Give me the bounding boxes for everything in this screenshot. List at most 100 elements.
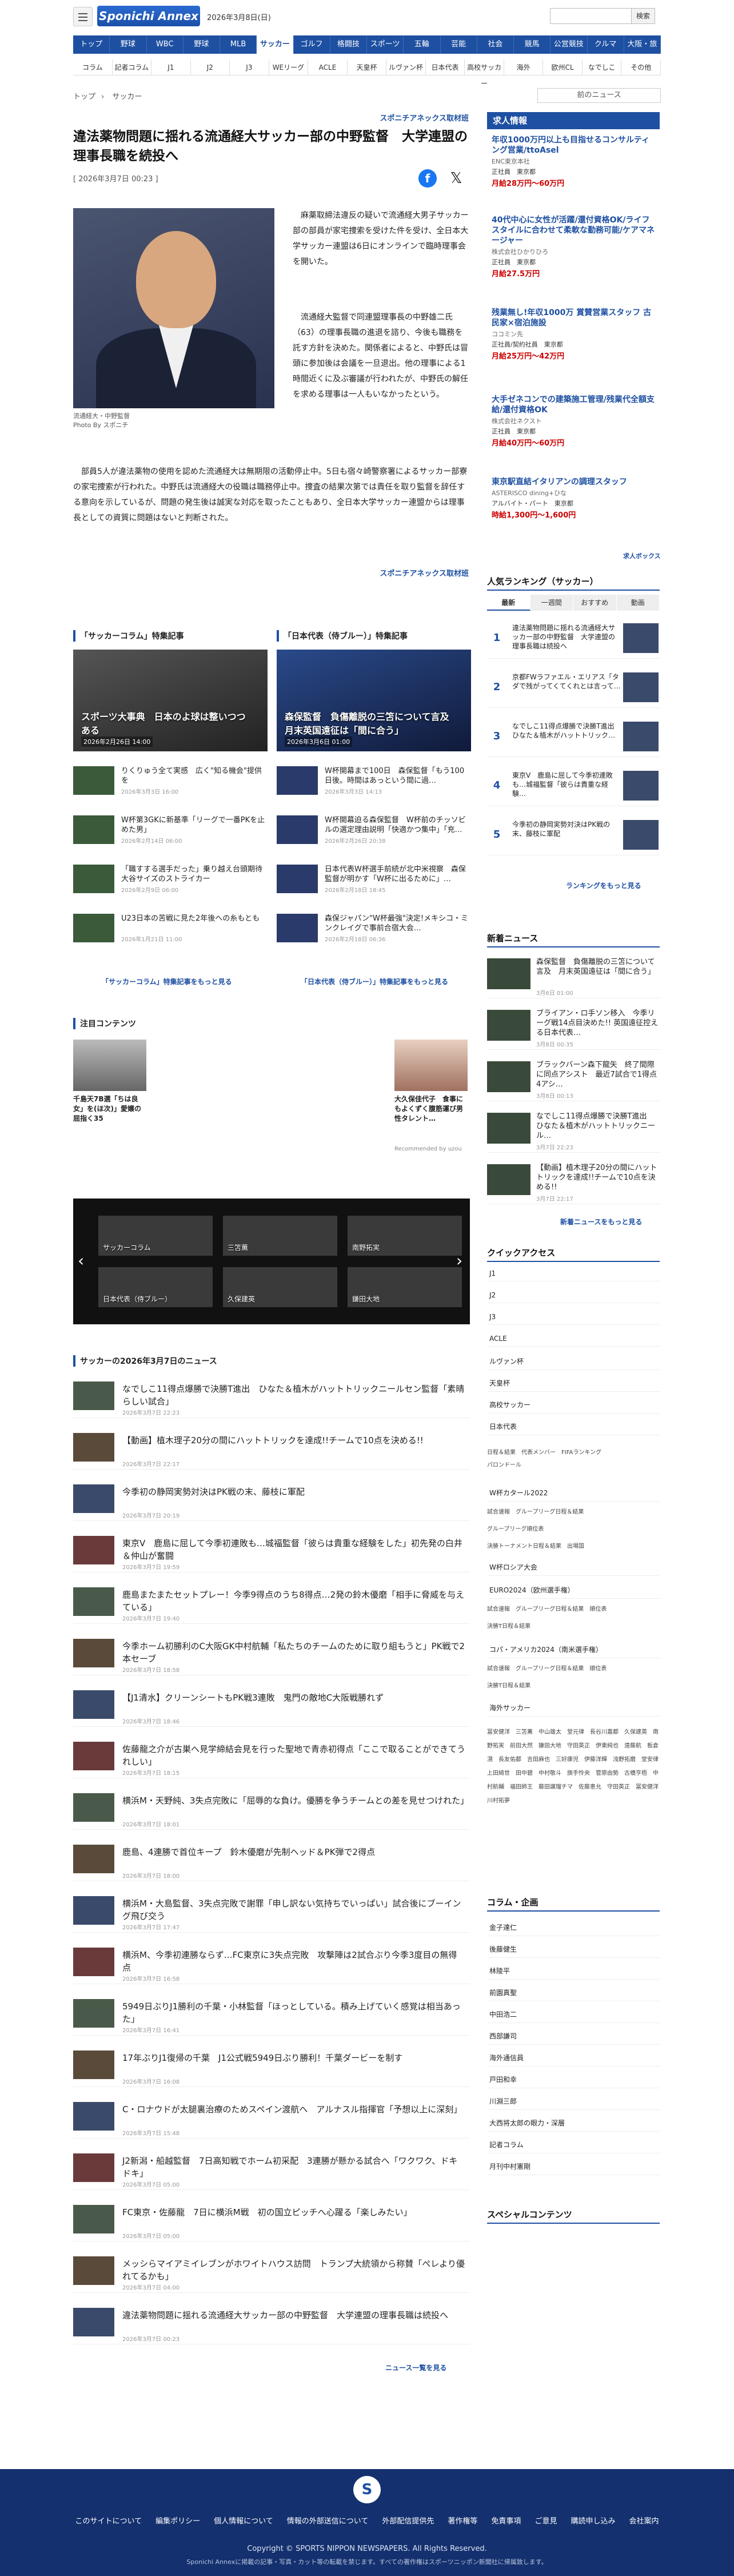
news-row[interactable]: 横浜M・大島監督、3失点完敗で謝罪「申し訳ない気持ちでいっぱい」試合後にブーイン…	[73, 1893, 470, 1933]
footer-link[interactable]: 外部配信提供先	[382, 2517, 434, 2526]
column-link[interactable]: 金子達仁	[487, 1919, 660, 1936]
footer-link[interactable]: 購読申し込み	[571, 2517, 615, 2526]
footer-link[interactable]: 編集ポリシー	[155, 2517, 200, 2526]
feature-list-item[interactable]: 日本代表W杯選手前続が北中米視察 森保監督が明かす「W杯に出るために」… 2026…	[277, 865, 471, 894]
footer-logo[interactable]: S	[353, 2476, 381, 2503]
feature-list-item[interactable]: りくりゅう全て実感 広く"知る機会"提供を 2026年3月3日 16:00	[73, 766, 268, 795]
column-link[interactable]: 記者コラム	[487, 2136, 660, 2153]
site-logo[interactable]: Sponichi Annex	[97, 6, 200, 26]
new-news-row[interactable]: ブラックバーン森下龍矢 終了間際に同点アシスト 最近7試合で1得点4アシ… 3月8…	[487, 1057, 660, 1101]
feature-list-item[interactable]: U23日本の苦戦に見た2年後への糸もとも 2026年1月21日 11:00	[73, 914, 268, 943]
feature-main-right[interactable]: 森保監督 負傷離脱の三笘について言及 月末英国遠征は「間に合う」 2026年3月6…	[277, 650, 471, 751]
quick-sub-links[interactable]: 決勝T日程＆結果	[487, 1622, 660, 1632]
news-row[interactable]: 横浜M・天野純、3失点完敗に「屈辱的な負け。優勝を争うチームとの差を見せつけれた…	[73, 1790, 470, 1830]
player-links[interactable]: 冨安健洋 三笘薫 中山雄太 堂元律 長谷川嘉都 久保建英 南野拓実 前田大然 鎌…	[487, 1726, 664, 1808]
ranking-tab[interactable]: 一週間	[530, 595, 573, 611]
nav-item[interactable]: ゴルフ	[294, 35, 330, 54]
job-item[interactable]: 40代中心に女性が活躍/還付資格OK/ライフスタイルに合わせて柔軟な勤務可能/ケ…	[492, 215, 657, 278]
quick-link[interactable]: ACLE	[487, 1331, 660, 1347]
column-link[interactable]: 戸田和幸	[487, 2071, 660, 2088]
footer-link[interactable]: 個人情報について	[214, 2517, 273, 2526]
ranking-row[interactable]: 5 今季初の静岡実勢対決はPK戦の末、藤枝に軍配	[487, 814, 660, 855]
quick-link[interactable]: 海外サッカー	[487, 1699, 660, 1717]
carousel-tile[interactable]: サッカーコラム	[98, 1216, 213, 1256]
nav-item[interactable]: 五輪	[404, 35, 441, 54]
ranking-tab[interactable]: 最新	[487, 595, 530, 611]
column-link[interactable]: 月刊中村憲剛	[487, 2158, 660, 2175]
quick-sub-links[interactable]: グループリーグ順位表	[487, 1524, 660, 1535]
nav-item[interactable]: 芸能	[441, 35, 477, 54]
job-item[interactable]: 残業無し!年収1000万 賞賛営業スタッフ 古民家×宿泊施設 ココミン先 正社員/契…	[492, 308, 657, 361]
news-row[interactable]: 横浜M、今季初連勝ならず…FC東京に3失点完敗 攻撃陣は2試合ぶり今季3度目の無…	[73, 1944, 470, 1984]
news-row[interactable]: 17年ぶりJ1復帰の千葉 J1公式戦5949日ぶり勝利！千葉ダービーを制す 202…	[73, 2047, 470, 2087]
quick-link[interactable]: W杯カタール2022	[487, 1484, 660, 1502]
quick-link[interactable]: W杯ロシア大会	[487, 1559, 660, 1576]
carousel-tile[interactable]: 久保建英	[223, 1267, 337, 1307]
column-link[interactable]: 大西将太郎の眼力・深層	[487, 2115, 660, 2132]
feature-more-link[interactable]: 「日本代表（侍ブルー）」特集記事をもっと見る	[301, 977, 448, 986]
nav-item[interactable]: MLB	[220, 35, 257, 54]
job-item[interactable]: 東京駅直結イタリアンの調理スタッフ ASTERISCO dining+ひな アルバイ…	[492, 477, 657, 520]
feature-list-item[interactable]: W杯開幕まで100日 森保監督「もう100日後。時間はあっという間に過… 2026…	[277, 766, 471, 795]
footer-link[interactable]: 会社案内	[629, 2517, 659, 2526]
ranking-tab[interactable]: おすすめ	[573, 595, 617, 611]
column-link[interactable]: 林陵平	[487, 1962, 660, 1980]
news-row[interactable]: 【J1清水】クリーンシートもPK戦3連敗 鬼門の敵地C大阪戦勝れず 2026年3月…	[73, 1687, 470, 1727]
feature-list-item[interactable]: 森保ジャパン"W杯最強"決定!メキシコ・ミンクレイグで事前合宿大会… 2026年2…	[277, 914, 471, 943]
news-row[interactable]: 今季初の静岡実勢対決はPK戦の末、藤枝に軍配 2026年3月7日 20:19	[73, 1481, 470, 1521]
subnav-item[interactable]: WEリーグ	[269, 59, 309, 75]
quick-link[interactable]: EURO2024（欧州選手権）	[487, 1582, 660, 1599]
nav-item[interactable]: 格闘技	[330, 35, 367, 54]
news-row[interactable]: なでしこ11得点爆勝で決勝T進出 ひなた＆植木がハットトリックニールセン監督「素…	[73, 1378, 470, 1418]
subnav-item[interactable]: J1	[151, 59, 191, 75]
column-link[interactable]: 川淵三郎	[487, 2093, 660, 2110]
news-row[interactable]: FC東京・佐藤龍 7日に横浜M戦 初の国立ピッチへ心躍る「楽しみたい」 2026年…	[73, 2201, 470, 2241]
ranking-row[interactable]: 4 東京V 鹿島に屈して今季初連敗も…城福監督「彼らは貴重な経験…	[487, 765, 660, 806]
new-news-row[interactable]: 森保監督 負傷離脱の三笘について言及 月末英国遠征は「間に合う」 3月6日 01:…	[487, 954, 660, 998]
quick-link[interactable]: 高校サッカー	[487, 1396, 660, 1414]
subnav-item[interactable]: J2	[191, 59, 230, 75]
facebook-share-icon[interactable]: f	[418, 169, 437, 188]
subnav-item[interactable]: 欧州CL	[543, 59, 583, 75]
subnav-item[interactable]: なでしこ	[583, 59, 622, 75]
quick-link[interactable]: J2	[487, 1288, 660, 1303]
carousel-tile[interactable]: 南野拓実	[348, 1216, 462, 1256]
subnav-item[interactable]: 記者コラム	[113, 59, 152, 75]
subnav-item[interactable]: コラム	[73, 59, 113, 75]
subnav-item[interactable]: 天皇杯	[348, 59, 387, 75]
news-more-link[interactable]: ニュース一覧を見る	[385, 2363, 446, 2372]
news-row[interactable]: 【動画】植木理子20分の間にハットトリックを達成!!チームで10点を決める!! 2…	[73, 1430, 470, 1470]
footer-link[interactable]: 情報の外部送信について	[287, 2517, 369, 2526]
quick-link[interactable]: J1	[487, 1266, 660, 1281]
column-link[interactable]: 西部謙司	[487, 2028, 660, 2045]
feature-list-item[interactable]: 「職すする選手だった」乗り越え台頭期待 大谷サイズのストライカー 2026年2月9…	[73, 865, 270, 894]
nav-item[interactable]: 大阪・旅	[624, 35, 661, 54]
news-row[interactable]: 今季ホーム初勝利のC大阪GK中村航輔「私たちのチームのために取り組もうと」PK戦…	[73, 1635, 470, 1675]
new-news-more-link[interactable]: 新着ニュースをもっと見る	[560, 1217, 642, 1227]
ranking-row[interactable]: 2 京都FWラファエル・エリアス「タダで残がってくてくれとは言って…	[487, 667, 660, 708]
nav-item[interactable]: クルマ	[588, 35, 624, 54]
feature-list-item[interactable]: W杯第3GKに新基準「リーグで一番PKを止めた男」 2026年2月14日 06:0…	[73, 815, 268, 845]
footer-link[interactable]: このサイトについて	[75, 2517, 142, 2526]
news-row[interactable]: 鹿島またまたセットプレー！今季9得点のうち8得点…2発の鈴木優磨「相手に脅威を与…	[73, 1584, 470, 1624]
subnav-item[interactable]: 海外	[504, 59, 544, 75]
news-row[interactable]: 5949日ぶりJ1勝利の千葉・小林監督「ほっとしている。積み上げていく感覚は相当…	[73, 1996, 470, 2036]
column-link[interactable]: 後藤健生	[487, 1941, 660, 1958]
subnav-item[interactable]: その他	[621, 59, 661, 75]
column-link[interactable]: 海外通信員	[487, 2049, 660, 2067]
quick-link[interactable]: コパ・アメリカ2024（南米選手権）	[487, 1641, 660, 1658]
ranking-row[interactable]: 3 なでしこ11得点爆勝で決勝T進出 ひなた＆植木がハットトリック…	[487, 716, 660, 757]
nav-item[interactable]: トップ	[73, 35, 110, 54]
new-news-row[interactable]: なでしこ11得点爆勝で決勝T進出 ひなた＆植木がハットトリックニール… 3月7日 …	[487, 1108, 660, 1153]
ranking-tab[interactable]: 動画	[616, 595, 660, 611]
breadcrumb-item[interactable]: サッカー	[112, 93, 142, 101]
nav-item[interactable]: スポーツ	[367, 35, 404, 54]
pickup-item[interactable]: 大久保佳代子 食事にもよくずく腹筋運び男性タレント…	[394, 1040, 468, 1124]
nav-item[interactable]: 野球	[184, 35, 220, 54]
breadcrumb-item[interactable]: トップ	[73, 93, 95, 101]
prev-news-button[interactable]: 前のニュース	[537, 88, 661, 103]
subnav-item[interactable]: 高校サッカー	[465, 59, 504, 87]
quick-sub-links[interactable]: 試合速報 グループリーグ日程＆結果 順位表	[487, 1664, 660, 1674]
footer-link[interactable]: ご意見	[534, 2517, 557, 2526]
news-row[interactable]: C・ロナウドが太腿裏治療のためスペイン渡航へ アルナスル指揮官「予想以上に深刻」…	[73, 2099, 470, 2139]
